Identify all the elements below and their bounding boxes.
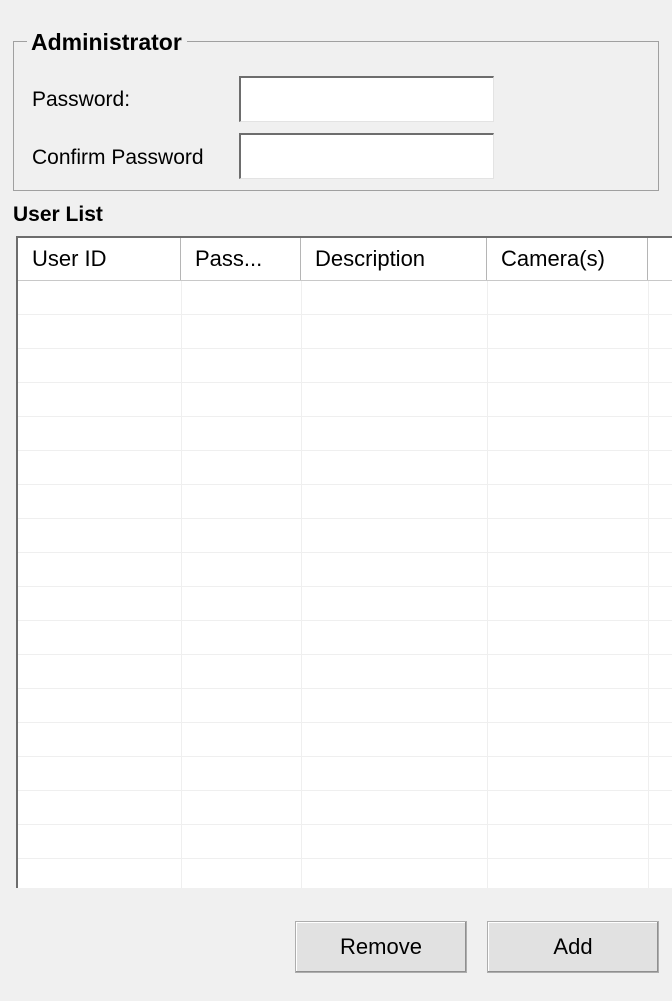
table-row[interactable] [18,485,672,519]
table-row[interactable] [18,757,672,791]
administrator-group-title: Administrator [27,28,187,56]
table-row[interactable] [18,859,672,888]
table-row[interactable] [18,349,672,383]
table-row[interactable] [18,723,672,757]
column-header-user-id[interactable]: User ID [18,238,181,280]
table-row[interactable] [18,791,672,825]
table-row[interactable] [18,655,672,689]
table-row[interactable] [18,315,672,349]
add-button[interactable]: Add [487,921,659,973]
password-label: Password: [32,88,131,111]
column-header-cameras[interactable]: Camera(s) [487,238,648,280]
table-row[interactable] [18,383,672,417]
confirm-password-field[interactable] [239,133,494,179]
user-list-rows [18,281,672,888]
password-field[interactable] [239,76,494,122]
table-row[interactable] [18,621,672,655]
column-header-filler [648,238,672,280]
remove-button[interactable]: Remove [295,921,467,973]
column-header-password[interactable]: Pass... [181,238,301,280]
table-row[interactable] [18,519,672,553]
table-row[interactable] [18,281,672,315]
user-list-title: User List [13,203,103,226]
user-list-header: User ID Pass... Description Camera(s) [18,238,672,281]
confirm-password-label: Confirm Password [32,146,204,169]
table-row[interactable] [18,451,672,485]
column-header-description[interactable]: Description [301,238,487,280]
table-row[interactable] [18,825,672,859]
user-list-table[interactable]: User ID Pass... Description Camera(s) [16,236,672,888]
table-row[interactable] [18,689,672,723]
table-row[interactable] [18,553,672,587]
table-row[interactable] [18,587,672,621]
table-row[interactable] [18,417,672,451]
